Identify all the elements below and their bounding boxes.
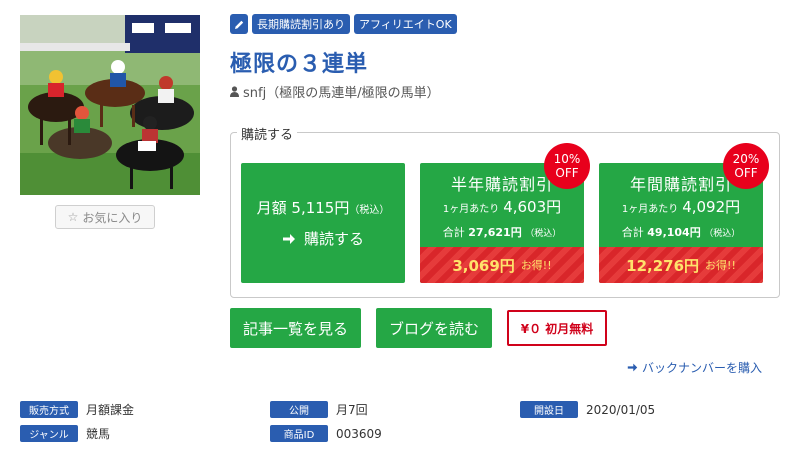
info-label: 開設日 [520,401,578,418]
arrow-right-icon [282,233,295,244]
subscribe-cta: 購読する [282,228,364,249]
info-label: 公開 [270,401,328,418]
star-icon: ☆ [67,210,79,224]
author-name: snfj（極限の馬連単/極限の馬単） [243,86,440,101]
tag-list: 長期購読割引あり アフィリエイトOK [230,14,457,34]
subscribe-legend: 購読する [237,124,298,143]
author[interactable]: snfj（極限の馬連単/極限の馬単） [230,82,440,101]
savings-banner: 12,276円 お得!! [599,247,763,283]
savings-banner: 3,069円 お得!! [420,247,584,283]
total-price: 合計 27,621円 （税込） [442,226,562,239]
info-label: 販売方式 [20,401,78,418]
monthly-plan-button[interactable]: 月額 5,115円（税込） 購読する [241,163,405,283]
discount-badge: 10% OFF [544,143,590,189]
info-value: 月7回 [336,403,368,417]
info-value: 競馬 [86,427,111,441]
info-value: 2020/01/05 [586,402,656,417]
product-thumbnail [20,15,200,195]
info-value: 003609 [336,426,382,441]
half-year-plan-button[interactable]: 半年購読割引 1ヶ月あたり 4,603円 合計 27,621円 （税込） 3,06… [420,143,590,283]
info-product-id: 商品ID 003609 [270,425,382,442]
total-price: 合計 49,104円 （税込） [621,226,741,239]
info-publish: 公開 月7回 [270,401,368,418]
view-articles-button[interactable]: 記事一覧を見る [230,308,361,348]
pencil-icon [230,14,248,34]
monthly-price: 月額 5,115円（税込） [256,199,390,217]
user-icon [230,86,239,97]
discount-badge: 20% OFF [723,143,769,189]
info-sales-method: 販売方式 月額課金 [20,401,134,418]
read-blog-button[interactable]: ブログを読む [376,308,492,348]
info-label: 商品ID [270,425,328,442]
info-value: 月額課金 [86,403,135,417]
annual-plan-button[interactable]: 年間購読割引 1ヶ月あたり 4,092円 合計 49,104円 （税込） 12,2… [599,143,769,283]
per-month-price: 1ヶ月あたり 4,092円 [621,198,741,216]
favorite-button[interactable]: ☆ お気に入り [55,205,155,229]
info-label: ジャンル [20,425,78,442]
first-month-free-button[interactable]: ¥０ 初月無料 [507,310,607,346]
page-title: 極限の３連単 [230,52,369,77]
buy-backnumber-link[interactable]: バックナンバーを購入 [627,359,762,376]
arrow-right-icon [627,363,638,372]
info-genre: ジャンル 競馬 [20,425,110,442]
tag-long-term-discount: 長期購読割引あり [252,14,350,34]
per-month-price: 1ヶ月あたり 4,603円 [442,198,562,216]
tag-affiliate-ok: アフィリエイトOK [354,14,457,34]
info-start-date: 開設日 2020/01/05 [520,401,655,418]
favorite-label: お気に入り [82,210,143,225]
